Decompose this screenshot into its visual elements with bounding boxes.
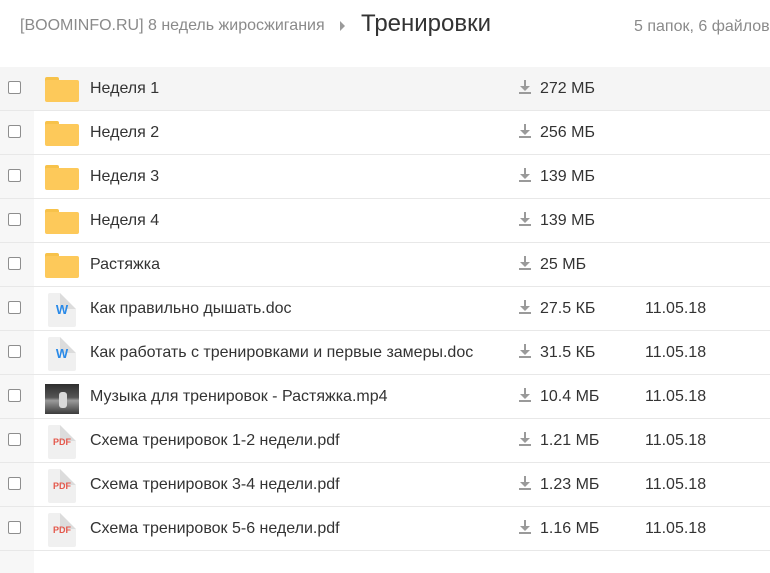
file-date: 11.05.18 (645, 520, 707, 537)
pdf-badge: PDF (53, 525, 71, 535)
file-date: 11.05.18 (645, 432, 707, 449)
file-row[interactable]: Неделя 3 139 МБ (0, 155, 770, 199)
file-size: 1.21 МБ (540, 432, 600, 449)
download-icon[interactable] (519, 212, 531, 226)
row-checkbox[interactable] (8, 389, 21, 402)
row-checkbox[interactable] (8, 125, 21, 138)
file-name[interactable]: Растяжка (90, 256, 160, 274)
row-checkbox[interactable] (8, 81, 21, 94)
row-checkbox[interactable] (8, 257, 21, 270)
breadcrumb-root[interactable]: [BOOMINFO.RU] 8 недель жиросжигания (20, 17, 325, 35)
download-icon[interactable] (519, 256, 531, 270)
folder-icon[interactable] (45, 249, 79, 281)
download-icon[interactable] (519, 388, 531, 402)
file-name[interactable]: Неделя 1 (90, 80, 159, 98)
word-doc-icon[interactable]: W (45, 337, 79, 371)
folder-icon[interactable] (45, 161, 79, 193)
file-size: 1.23 МБ (540, 476, 600, 493)
folder-icon[interactable] (45, 117, 79, 149)
page-title: Тренировки (361, 10, 492, 37)
file-name[interactable]: Неделя 3 (90, 168, 159, 186)
file-size: 272 МБ (540, 80, 595, 97)
file-row[interactable]: W Как работать с тренировками и первые за… (0, 331, 770, 375)
file-row[interactable]: Неделя 4 139 МБ (0, 199, 770, 243)
file-date: 11.05.18 (645, 344, 707, 361)
file-size: 1.16 МБ (540, 520, 600, 537)
download-icon[interactable] (519, 520, 531, 534)
download-icon[interactable] (519, 476, 531, 490)
pdf-icon[interactable]: PDF (45, 513, 79, 547)
word-badge: W (55, 346, 69, 361)
download-icon[interactable] (519, 168, 531, 182)
folder-icon[interactable] (45, 73, 79, 105)
file-name[interactable]: Музыка для тренировок - Растяжка.mp4 (90, 388, 388, 406)
file-date: 11.05.18 (645, 388, 707, 405)
file-row[interactable]: PDF Схема тренировок 1-2 недели.pdf 1.21 М… (0, 419, 770, 463)
item-count: 5 папок, 6 файлов (634, 18, 770, 35)
file-size: 139 МБ (540, 212, 595, 229)
video-thumbnail-icon[interactable] (45, 381, 79, 414)
file-row[interactable]: PDF Схема тренировок 3-4 недели.pdf 1.23 М… (0, 463, 770, 507)
file-size: 27.5 КБ (540, 300, 596, 317)
row-checkbox[interactable] (8, 521, 21, 534)
file-size: 25 МБ (540, 256, 587, 273)
file-size: 256 МБ (540, 124, 595, 141)
file-row[interactable]: Неделя 2 256 МБ (0, 111, 770, 155)
file-size: 10.4 МБ (540, 388, 600, 405)
row-checkbox[interactable] (8, 433, 21, 446)
row-checkbox[interactable] (8, 169, 21, 182)
folder-icon[interactable] (45, 205, 79, 237)
pdf-icon[interactable]: PDF (45, 469, 79, 503)
row-checkbox[interactable] (8, 477, 21, 490)
file-name[interactable]: Схема тренировок 5-6 недели.pdf (90, 520, 340, 538)
file-row[interactable]: W Как правильно дышать.doc 27.5 КБ 11.05.18 (0, 287, 770, 331)
row-checkbox[interactable] (8, 301, 21, 314)
file-size: 31.5 КБ (540, 344, 596, 361)
download-icon[interactable] (519, 80, 531, 94)
file-list: Неделя 1 272 МБ Неделя 2 256 МБ Неделя 3 139 … (0, 67, 770, 551)
file-name[interactable]: Схема тренировок 1-2 недели.pdf (90, 432, 340, 450)
file-row[interactable]: Растяжка 25 МБ (0, 243, 770, 287)
file-name[interactable]: Схема тренировок 3-4 недели.pdf (90, 476, 340, 494)
download-icon[interactable] (519, 432, 531, 446)
word-doc-icon[interactable]: W (45, 293, 79, 327)
download-icon[interactable] (519, 300, 531, 314)
breadcrumb-separator-icon (340, 21, 345, 31)
file-size: 139 МБ (540, 168, 595, 185)
file-date: 11.05.18 (645, 300, 707, 317)
file-name[interactable]: Неделя 4 (90, 212, 159, 230)
file-date: 11.05.18 (645, 476, 707, 493)
header: [BOOMINFO.RU] 8 недель жиросжигания Трен… (0, 0, 770, 66)
download-icon[interactable] (519, 344, 531, 358)
pdf-badge: PDF (53, 437, 71, 447)
row-checkbox[interactable] (8, 345, 21, 358)
file-row[interactable]: Музыка для тренировок - Растяжка.mp4 10.4… (0, 375, 770, 419)
word-badge: W (55, 302, 69, 317)
file-name[interactable]: Как правильно дышать.doc (90, 300, 292, 318)
download-icon[interactable] (519, 124, 531, 138)
file-name[interactable]: Неделя 2 (90, 124, 159, 142)
file-name[interactable]: Как работать с тренировками и первые зам… (90, 344, 473, 362)
pdf-badge: PDF (53, 481, 71, 491)
pdf-icon[interactable]: PDF (45, 425, 79, 459)
row-checkbox[interactable] (8, 213, 21, 226)
file-row[interactable]: Неделя 1 272 МБ (0, 67, 770, 111)
file-row[interactable]: PDF Схема тренировок 5-6 недели.pdf 1.16 М… (0, 507, 770, 551)
